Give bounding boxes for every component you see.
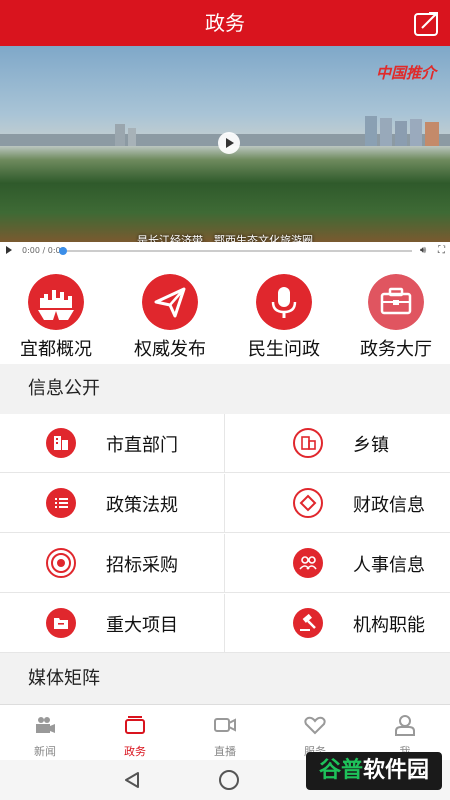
tab-government[interactable]: 政务 xyxy=(90,705,180,761)
quick-link-release[interactable]: 权威发布 xyxy=(114,260,226,364)
target-icon xyxy=(46,548,76,578)
back-icon[interactable] xyxy=(122,770,142,790)
info-section-title: 信息公开 xyxy=(0,364,450,414)
microphone-icon xyxy=(256,274,312,330)
video-progress-track[interactable] xyxy=(62,250,412,252)
folder-icon xyxy=(46,608,76,638)
fullscreen-icon[interactable]: ⛶ xyxy=(438,245,445,256)
grid-item-finance[interactable]: 财政信息 xyxy=(225,474,450,533)
volume-icon[interactable]: 🔊︎ xyxy=(420,245,426,256)
home-icon[interactable] xyxy=(219,770,239,790)
paper-plane-icon xyxy=(142,274,198,330)
grid-item-label: 市直部门 xyxy=(106,435,178,456)
list-icon xyxy=(46,488,76,518)
page-title: 政务 xyxy=(205,11,245,35)
quick-links: 宜都概况 权威发布 民生问政 政务大厅 xyxy=(0,260,450,364)
video-progress-knob[interactable] xyxy=(59,247,67,255)
grid-item-label: 政策法规 xyxy=(106,495,178,516)
building-icon xyxy=(46,428,76,458)
share-icon[interactable] xyxy=(412,8,442,38)
user-icon xyxy=(395,715,415,736)
quick-link-label: 政务大厅 xyxy=(360,339,432,360)
tab-label: 新闻 xyxy=(34,745,56,758)
quick-link-overview[interactable]: 宜都概况 xyxy=(0,260,112,364)
watermark-green: 谷普 xyxy=(318,758,363,783)
grid-item-label: 机构职能 xyxy=(353,615,425,636)
video-caption: 是长江经济带、鄂西生态文化旅游圈 xyxy=(137,234,313,242)
grid-item-label: 重大项目 xyxy=(106,615,178,636)
briefcase-icon xyxy=(368,274,424,330)
quick-link-inquiry[interactable]: 民生问政 xyxy=(228,260,340,364)
play-icon[interactable] xyxy=(218,132,240,154)
video-logo: 中国推介 xyxy=(375,64,436,82)
grid-item-functions[interactable]: 机构职能 xyxy=(225,594,450,653)
grid-item-personnel[interactable]: 人事信息 xyxy=(225,534,450,593)
tab-news[interactable]: 新闻 xyxy=(0,705,90,761)
video-controls: 0:00 / 0:00 🔊︎ ⛶ xyxy=(0,242,450,260)
quick-link-label: 宜都概况 xyxy=(20,339,92,360)
quick-link-label: 民生问政 xyxy=(248,339,320,360)
grid-item-policies[interactable]: 政策法规 xyxy=(0,474,225,533)
grid-item-departments[interactable]: 市直部门 xyxy=(0,414,225,473)
city-skyline-icon xyxy=(28,274,84,330)
camera-icon xyxy=(36,717,55,733)
info-grid: 市直部门 乡镇 政策法规 财政信息 招标采购 人事信息 重大项目 机构职能 xyxy=(0,414,450,653)
grid-item-label: 财政信息 xyxy=(353,495,425,516)
video-player[interactable]: 中国推介 是长江经济带、鄂西生态文化旅游圈 xyxy=(0,46,450,242)
quick-link-label: 权威发布 xyxy=(134,339,206,360)
quick-link-hall[interactable]: 政务大厅 xyxy=(340,260,450,364)
window-icon xyxy=(125,716,145,734)
grid-item-label: 人事信息 xyxy=(353,555,425,576)
video-icon xyxy=(214,718,236,732)
people-icon xyxy=(293,548,323,578)
app-header: 政务 xyxy=(0,0,450,46)
watermark-white: 软件园 xyxy=(363,758,430,783)
gavel-icon xyxy=(293,608,323,638)
grid-item-projects[interactable]: 重大项目 xyxy=(0,594,225,653)
watermark-logo: 谷普软件园 xyxy=(306,752,442,790)
play-button-icon[interactable] xyxy=(6,246,12,254)
tab-label: 政务 xyxy=(124,745,146,758)
grid-item-towns[interactable]: 乡镇 xyxy=(225,414,450,473)
media-section-title: 媒体矩阵 xyxy=(0,654,450,704)
tab-live[interactable]: 直播 xyxy=(180,705,270,761)
grid-item-procurement[interactable]: 招标采购 xyxy=(0,534,225,593)
grid-item-label: 招标采购 xyxy=(106,555,178,576)
heart-hands-icon xyxy=(304,716,326,735)
diamond-icon xyxy=(293,488,323,518)
tab-label: 直播 xyxy=(214,745,236,758)
town-icon xyxy=(293,428,323,458)
grid-item-label: 乡镇 xyxy=(353,435,389,456)
